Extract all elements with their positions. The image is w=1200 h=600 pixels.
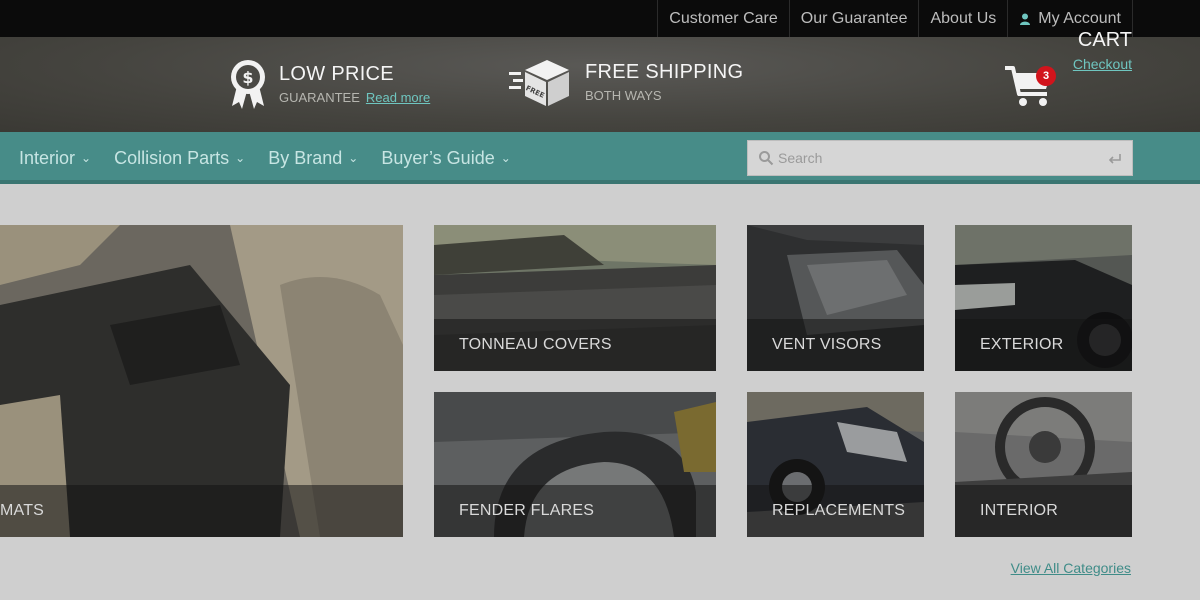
svg-text:$: $ <box>242 68 253 87</box>
nav-item-label: Buyer’s Guide <box>381 147 495 168</box>
guarantee-label: GUARANTEE <box>279 90 360 105</box>
tile-label-fender-flares: FENDER FLARES <box>459 502 595 519</box>
cart-count-badge: 3 <box>1036 66 1056 86</box>
category-tile-interior[interactable]: INTERIOR <box>955 392 1132 537</box>
free-shipping-title: FREE SHIPPING <box>585 61 744 83</box>
nav-item-label: Collision Parts <box>114 147 230 168</box>
low-price-title: LOW PRICE <box>279 63 394 85</box>
user-icon <box>1020 13 1031 25</box>
shipping-box-icon: FREE <box>509 60 569 106</box>
about-us-link[interactable]: About Us <box>918 0 1007 37</box>
search-icon <box>759 151 774 166</box>
tile-label-exterior: EXTERIOR <box>980 336 1064 353</box>
top-utility-bar: Customer Care Our Guarantee About Us My … <box>0 0 1200 37</box>
search-box <box>747 140 1133 176</box>
nav-item-buyers-guide[interactable]: Buyer’s Guide ⌄ <box>381 148 510 169</box>
my-account-label: My Account <box>1038 9 1121 27</box>
tile-label-vent-visors: VENT VISORS <box>772 336 882 353</box>
enter-icon[interactable] <box>1108 151 1122 165</box>
view-all-categories-link[interactable]: View All Categories <box>1011 560 1131 576</box>
cart-title: CART <box>1077 29 1132 51</box>
nav-item-collision-parts[interactable]: Collision Parts ⌄ <box>114 148 245 169</box>
nav-item-by-brand[interactable]: By Brand ⌄ <box>268 148 358 169</box>
badge-dollar-icon: $ <box>231 60 265 109</box>
chevron-down-icon: ⌄ <box>81 151 92 165</box>
both-ways-label: BOTH WAYS <box>585 88 662 103</box>
utility-links: Customer Care Our Guarantee About Us My … <box>657 0 1133 37</box>
checkout-link[interactable]: Checkout <box>1073 56 1132 72</box>
nav-item-label: By Brand <box>268 147 343 168</box>
tile-label-mats: MATS <box>0 502 45 519</box>
category-tile-replacements[interactable]: REPLACEMENTS <box>747 392 924 537</box>
category-tile-tonneau-covers[interactable]: TONNEAU COVERS <box>434 225 716 371</box>
category-tile-mats[interactable]: MATS <box>0 225 403 537</box>
our-guarantee-link[interactable]: Our Guarantee <box>788 0 919 37</box>
nav-item-label: Interior <box>19 147 76 168</box>
low-price-promo: $ LOW PRICE GUARANTEE Read more <box>229 58 430 110</box>
category-tile-vent-visors[interactable]: VENT VISORS <box>747 225 924 371</box>
chevron-down-icon: ⌄ <box>348 151 359 165</box>
search-input[interactable] <box>778 141 1098 175</box>
cart-block: CART Checkout <box>1073 29 1132 72</box>
nav-item-interior[interactable]: Interior ⌄ <box>19 148 91 169</box>
chevron-down-icon: ⌄ <box>500 151 511 165</box>
tile-label-replacements: REPLACEMENTS <box>772 502 906 519</box>
read-more-link[interactable]: Read more <box>366 90 430 105</box>
tile-label-tonneau-covers: TONNEAU COVERS <box>459 336 612 353</box>
tile-label-interior: INTERIOR <box>980 502 1059 519</box>
customer-care-link[interactable]: Customer Care <box>657 0 788 37</box>
category-tile-fender-flares[interactable]: FENDER FLARES <box>434 392 716 537</box>
free-shipping-promo: FREE FREE SHIPPING BOTH WAYS <box>509 56 743 108</box>
chevron-down-icon: ⌄ <box>235 151 246 165</box>
category-tile-exterior[interactable]: EXTERIOR <box>955 225 1132 371</box>
